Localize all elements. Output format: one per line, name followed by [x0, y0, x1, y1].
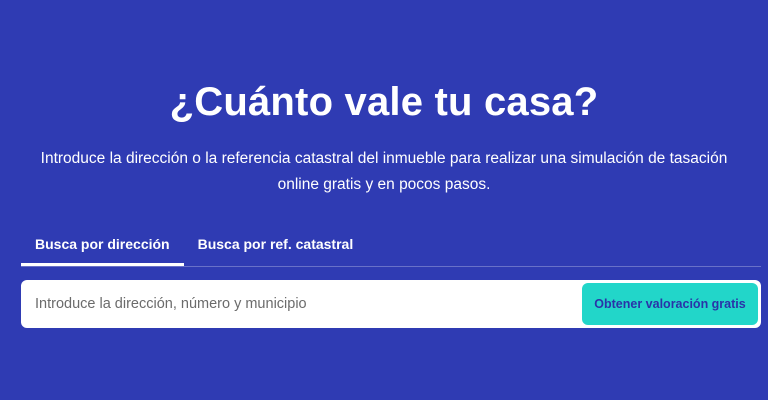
page-subtitle: Introduce la dirección o la referencia c… — [40, 150, 728, 193]
search-tabs: Busca por dirección Busca por ref. catas… — [21, 226, 761, 267]
hero-section: ¿Cuánto vale tu casa? Introduce la direc… — [0, 0, 768, 400]
address-search-input[interactable] — [21, 280, 571, 328]
page-title: ¿Cuánto vale tu casa? — [169, 80, 599, 124]
search-box: Obtener valoración gratis — [21, 280, 761, 328]
tab-search-by-address[interactable]: Busca por dirección — [21, 226, 184, 266]
get-valuation-button[interactable]: Obtener valoración gratis — [582, 283, 758, 325]
tab-search-by-cadastral-ref[interactable]: Busca por ref. catastral — [184, 226, 368, 266]
